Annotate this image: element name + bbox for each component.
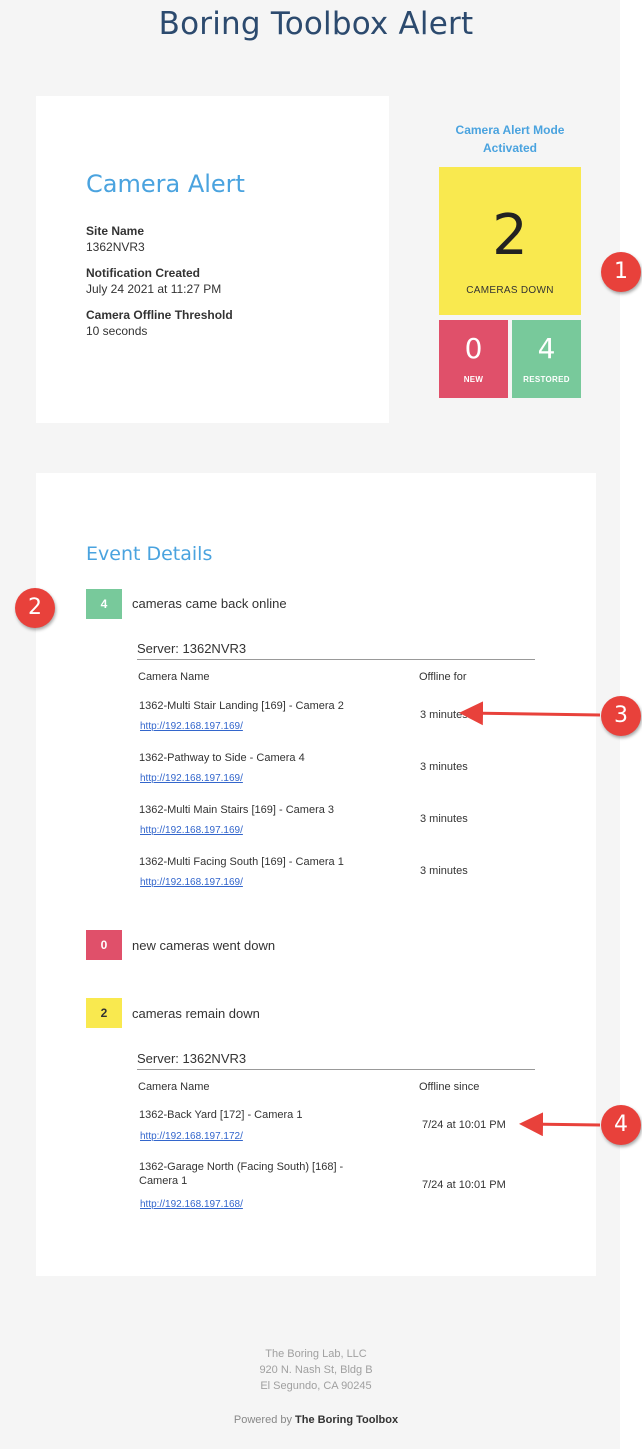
callout-marker-2: 2: [15, 588, 55, 628]
camera-link[interactable]: http://192.168.197.172/: [140, 1131, 243, 1142]
restored-count: 4: [537, 332, 556, 365]
table-row-camera-name: 1362-Multi Facing South [169] - Camera 1: [139, 856, 344, 868]
alert-heading: Camera Alert: [86, 170, 245, 198]
new-label: NEW: [463, 375, 484, 384]
alert-mode-status: Camera Alert Mode Activated: [440, 121, 580, 157]
remain-down-section-label: cameras remain down: [132, 1006, 260, 1021]
alert-mode-line2: Activated: [482, 141, 538, 155]
callout-marker-3: 3: [601, 696, 641, 736]
cameras-down-count: 2: [492, 203, 528, 268]
restored-tile: 4 RESTORED: [512, 320, 581, 398]
alert-mode-line1: Camera Alert Mode: [455, 123, 565, 137]
offline-duration: 3 minutes: [420, 761, 468, 773]
created-field: Notification Created July 24 2021 at 11:…: [86, 266, 221, 296]
table-row-camera-name: 1362-Back Yard [172] - Camera 1: [139, 1109, 303, 1121]
event-details-card: Event Details 4 cameras came back online…: [36, 473, 596, 1276]
table-row-camera-name: 1362-Multi Stair Landing [169] - Camera …: [139, 700, 344, 712]
site-field: Site Name 1362NVR3: [86, 224, 145, 254]
camera-link[interactable]: http://192.168.197.169/: [140, 825, 243, 836]
footer-address: The Boring Lab, LLC 920 N. Nash St, Bldg…: [0, 1346, 632, 1394]
site-label: Site Name: [86, 224, 145, 238]
footer-city: El Segundo, CA 90245: [260, 1380, 372, 1392]
new-down-section-label: new cameras went down: [132, 938, 276, 953]
created-label: Notification Created: [86, 266, 201, 280]
new-count: 0: [464, 332, 483, 365]
cameras-down-tile: 2 CAMERAS DOWN: [439, 167, 581, 315]
alert-summary-card: Camera Alert Site Name 1362NVR3 Notifica…: [36, 96, 389, 423]
table-row-camera-name: 1362-Multi Main Stairs [169] - Camera 3: [139, 804, 335, 816]
offline-duration: 3 minutes: [420, 709, 468, 721]
threshold-field: Camera Offline Threshold 10 seconds: [86, 308, 233, 338]
camera-link[interactable]: http://192.168.197.169/: [140, 877, 243, 888]
remain-down-count-badge: 2: [86, 998, 122, 1028]
restored-server-label: Server: 1362NVR3: [137, 641, 535, 660]
restored-section-label: cameras came back online: [132, 596, 287, 611]
event-details-heading: Event Details: [86, 543, 213, 565]
restored-col-camera-name: Camera Name: [138, 671, 210, 683]
new-down-count-badge: 0: [86, 930, 122, 960]
cameras-down-label: CAMERAS DOWN: [466, 285, 554, 296]
remain-col-offline-since: Offline since: [419, 1081, 480, 1093]
offline-since-value: 7/24 at 10:01 PM: [422, 1179, 506, 1191]
powered-by-brand: The Boring Toolbox: [295, 1414, 399, 1426]
site-value: 1362NVR3: [86, 240, 145, 254]
created-value: July 24 2021 at 11:27 PM: [86, 282, 222, 296]
offline-duration: 3 minutes: [420, 813, 468, 825]
powered-by-prefix: Powered by: [233, 1414, 292, 1426]
callout-marker-1: 1: [601, 252, 641, 292]
page-title: Boring Toolbox Alert: [158, 6, 474, 42]
table-row-camera-name: 1362-Garage North (Facing South) [168] -…: [139, 1161, 344, 1187]
remain-down-server-label: Server: 1362NVR3: [137, 1051, 535, 1070]
footer-street: 920 N. Nash St, Bldg B: [259, 1364, 373, 1376]
table-row-camera-name: 1362-Pathway to Side - Camera 4: [139, 752, 305, 764]
footer-company: The Boring Lab, LLC: [265, 1348, 367, 1360]
camera-link[interactable]: http://192.168.197.169/: [140, 721, 243, 732]
remain-col-camera-name: Camera Name: [138, 1081, 210, 1093]
camera-link[interactable]: http://192.168.197.168/: [140, 1199, 243, 1210]
callout-marker-4: 4: [601, 1105, 641, 1145]
restored-col-offline-for: Offline for: [419, 671, 467, 683]
threshold-label: Camera Offline Threshold: [86, 308, 233, 322]
restored-count-badge: 4: [86, 589, 122, 619]
threshold-value: 10 seconds: [86, 324, 148, 338]
camera-link[interactable]: http://192.168.197.169/: [140, 773, 243, 784]
offline-since-value: 7/24 at 10:01 PM: [422, 1119, 506, 1131]
restored-label: RESTORED: [523, 375, 570, 384]
offline-duration: 3 minutes: [420, 865, 468, 877]
powered-by: Powered by The Boring Toolbox: [0, 1414, 632, 1426]
new-tile: 0 NEW: [439, 320, 508, 398]
